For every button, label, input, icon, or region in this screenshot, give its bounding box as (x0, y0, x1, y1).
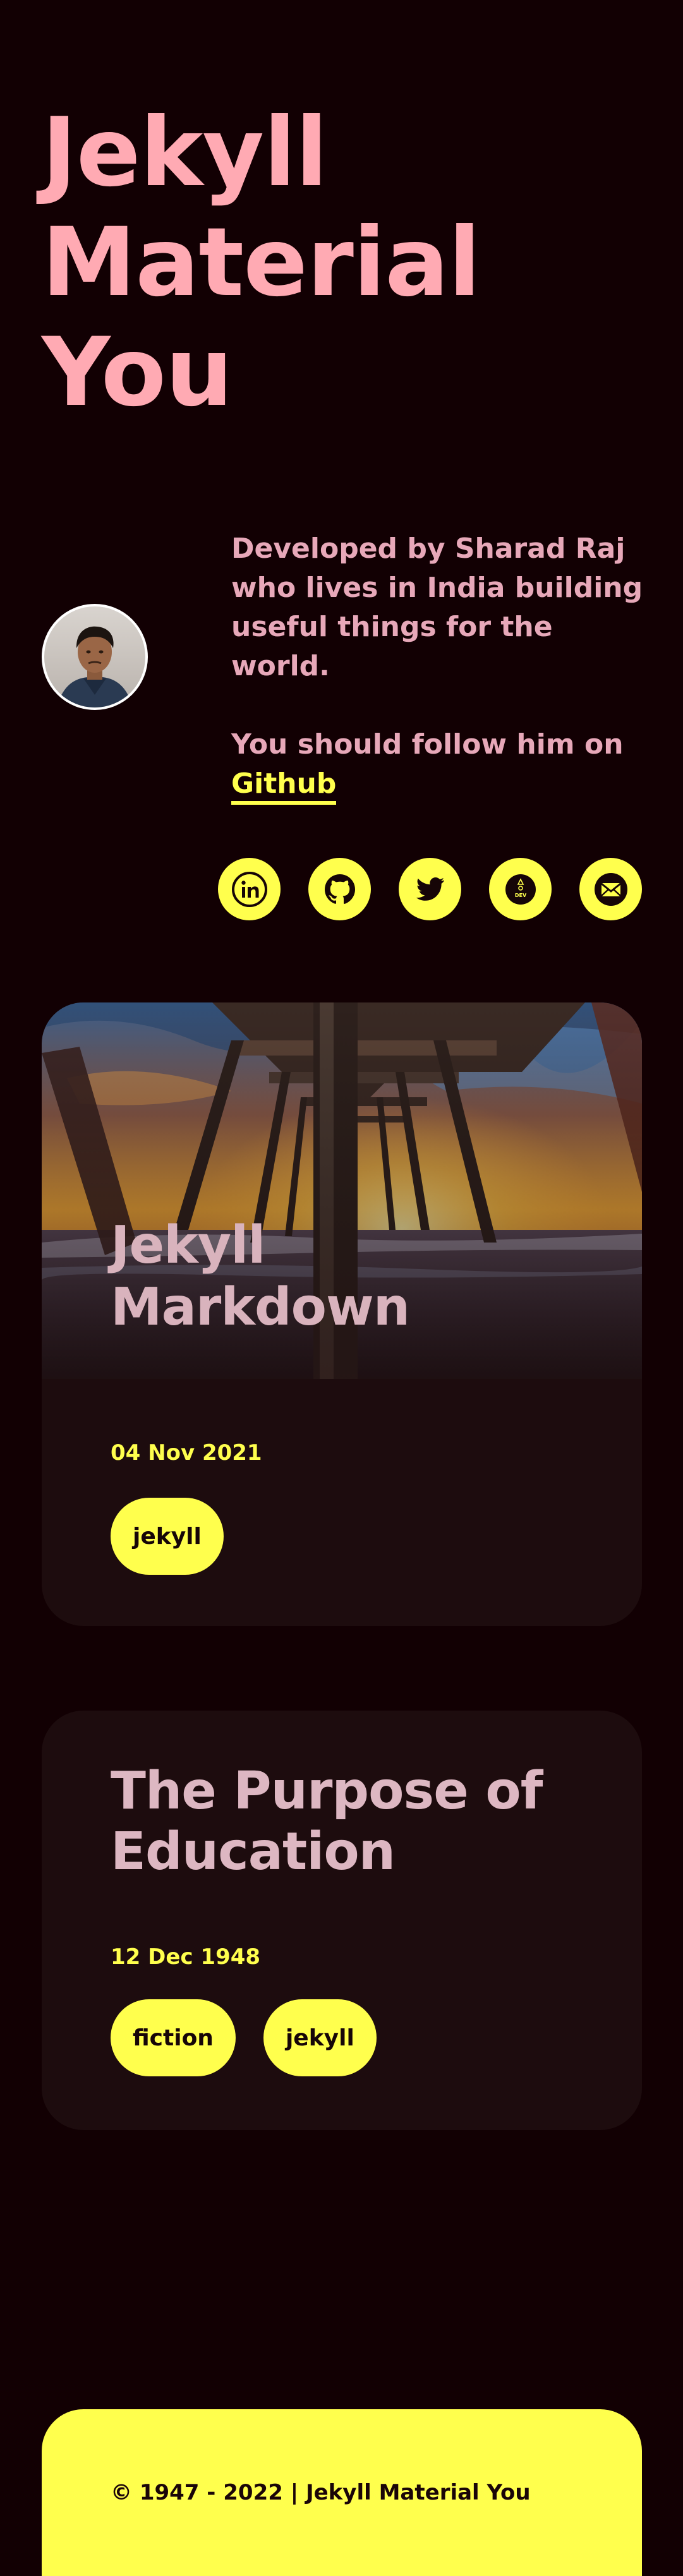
linkedin-icon (231, 871, 267, 907)
dev-icon: DEV (505, 874, 536, 905)
twitter-button[interactable] (399, 858, 461, 920)
post-tags: fiction jekyll (111, 1999, 377, 2076)
post-cover-image: Jekyll Markdown (42, 1002, 642, 1379)
tag-chip[interactable]: jekyll (111, 1498, 224, 1575)
social-links: DEV (218, 858, 642, 920)
tag-chip[interactable]: jekyll (263, 1999, 377, 2076)
post-card[interactable]: The Purpose of Education 12 Dec 1948 fic… (42, 1711, 642, 2130)
twitter-icon (416, 877, 444, 901)
post-title-line-1: The Purpose of (111, 1761, 543, 1821)
email-button[interactable] (579, 858, 642, 920)
bio-text: Developed by Sharad Raj who lives in Ind… (231, 533, 643, 682)
github-link[interactable]: Github (231, 767, 337, 805)
post-title-line-2: Education (111, 1822, 396, 1882)
tag-chip[interactable]: fiction (111, 1999, 236, 2076)
site-title-line-1: Jekyll (42, 98, 328, 208)
github-icon (324, 874, 355, 904)
dev-button[interactable]: DEV (489, 858, 552, 920)
post-tags: jekyll (111, 1498, 224, 1575)
post-date: 04 Nov 2021 (111, 1440, 262, 1466)
footer-copyright: © 1947 - 2022 | Jekyll Material You (111, 2480, 531, 2505)
mail-icon (594, 872, 627, 906)
author-avatar (42, 604, 148, 710)
follow-prefix: You should follow him on (231, 728, 624, 761)
person-avatar-icon (44, 606, 145, 707)
post-title-line-2: Markdown (111, 1277, 410, 1337)
github-button[interactable] (308, 858, 371, 920)
linkedin-button[interactable] (218, 858, 281, 920)
post-card[interactable]: Jekyll Markdown 04 Nov 2021 jekyll (42, 1002, 642, 1626)
post-title[interactable]: Jekyll Markdown (111, 1215, 410, 1339)
post-date: 12 Dec 1948 (111, 1944, 261, 1970)
author-bio: Developed by Sharad Raj who lives in Ind… (231, 529, 648, 805)
site-title-line-3: You (42, 318, 233, 428)
site-title-line-2: Material (42, 208, 481, 318)
post-title[interactable]: The Purpose of Education (111, 1761, 629, 1882)
site-title[interactable]: Jekyll Material You (42, 98, 610, 428)
post-title-line-1: Jekyll (111, 1215, 265, 1275)
follow-text: You should follow him on Github (231, 725, 648, 805)
site-footer: © 1947 - 2022 | Jekyll Material You (42, 2409, 642, 2576)
dev-label: DEV (514, 893, 526, 898)
